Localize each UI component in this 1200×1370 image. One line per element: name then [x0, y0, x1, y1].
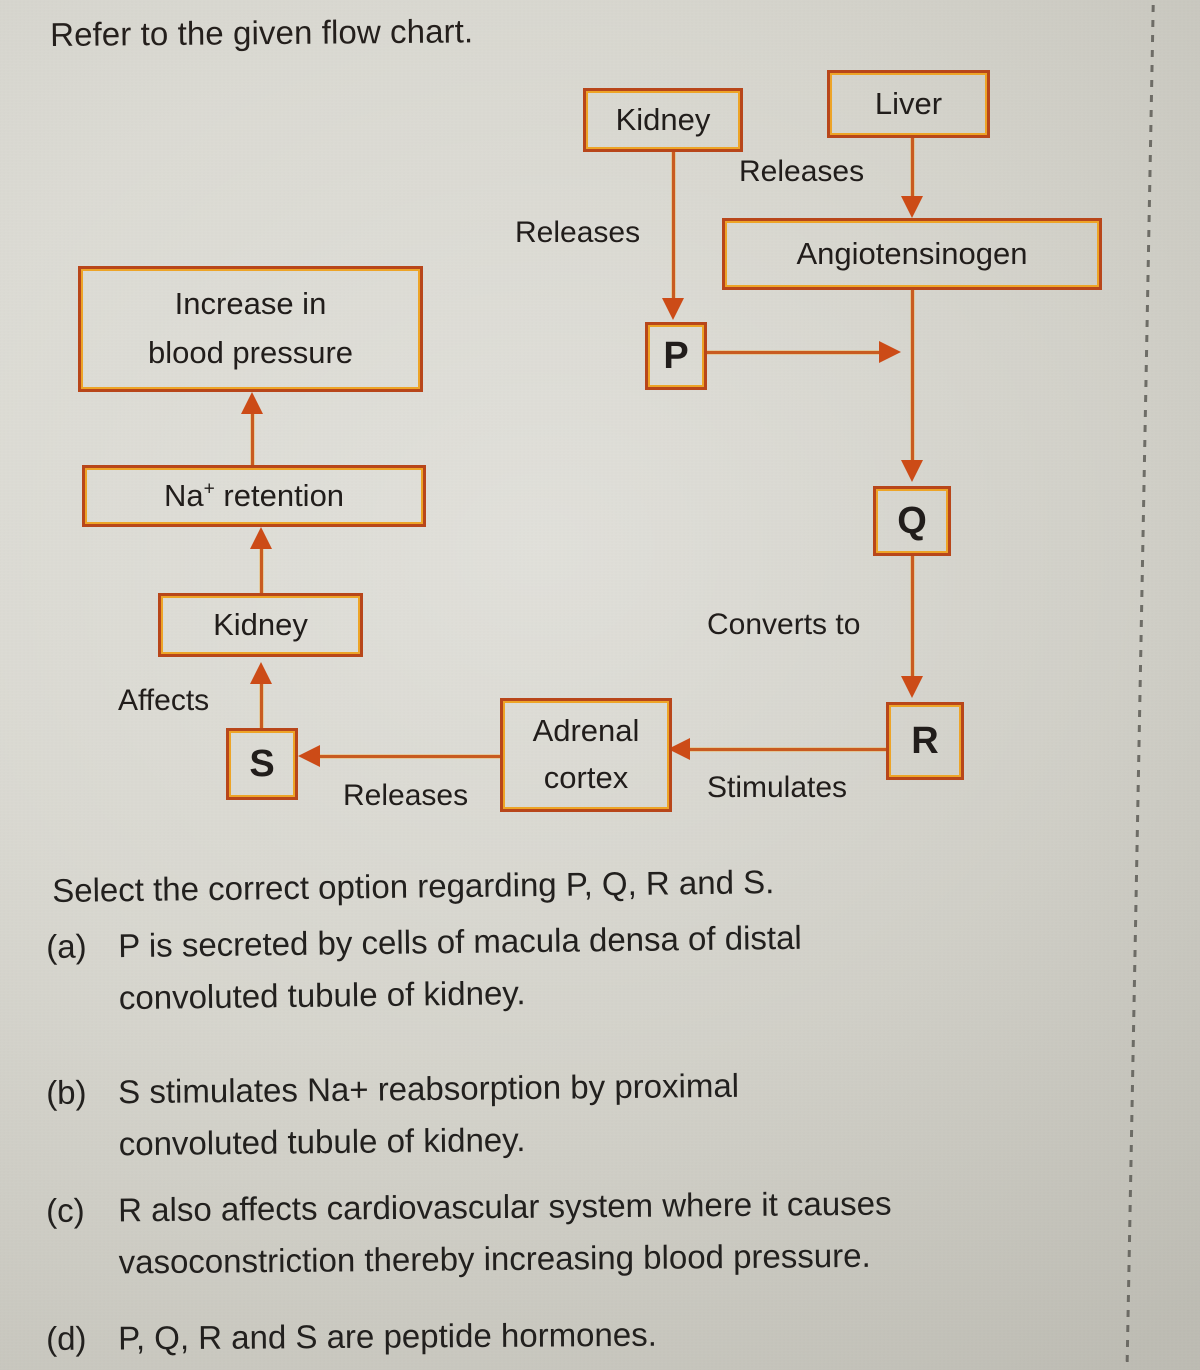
node-increase-blood-pressure: Increase in blood pressure: [78, 266, 423, 392]
option-b-body: S stimulates Na+ reabsorption by proxima…: [118, 1067, 740, 1163]
connector-angiotensinogen-to-q: [911, 290, 914, 462]
node-adrenal-cortex-line2: cortex: [543, 760, 629, 795]
option-c-line-2: vasoconstriction thereby increasing bloo…: [118, 1236, 871, 1281]
arrowhead-q-to-r: [901, 676, 923, 698]
node-q-label: Q: [897, 499, 927, 542]
retention-word: retention: [214, 477, 345, 513]
node-liver-label: Liver: [874, 85, 943, 121]
connector-q-to-r: [911, 556, 914, 680]
node-kidney-top-label: Kidney: [615, 101, 711, 137]
option-d-marker: (d): [46, 1319, 87, 1357]
option-a-marker: (a): [46, 927, 87, 965]
page-title: Refer to the given flow chart.: [50, 12, 474, 53]
edge-label-r-stimulates: Stimulates: [707, 771, 848, 804]
edge-label-kidney-releases: Releases: [515, 216, 641, 249]
arrowhead-kidney-bottom-to-na-retention: [250, 527, 272, 549]
option-b-line-1: S stimulates Na+ reabsorption by proxima…: [117, 1066, 740, 1111]
node-na-retention-label: Na+ retention: [164, 478, 344, 515]
option-a-line-2: convoluted tubule of kidney.: [118, 974, 526, 1017]
na-symbol: Na: [163, 477, 204, 513]
option-b[interactable]: (b) S stimulates Na+ reabsorption by pro…: [46, 1067, 740, 1164]
node-kidney-top: Kidney: [583, 88, 743, 152]
node-kidney-bottom: Kidney: [158, 593, 363, 657]
connector-p-to-angiotensinogen-stream: [707, 351, 885, 354]
option-c-body: R also affects cardiovascular system whe…: [118, 1185, 892, 1282]
option-d-body: P, Q, R and S are peptide hormones.: [118, 1316, 657, 1358]
arrowhead-angiotensinogen-to-q: [901, 460, 923, 482]
node-p-label: P: [663, 334, 689, 377]
connector-liver-to-angiotensinogen: [911, 138, 914, 200]
connector-kidney-to-p: [672, 152, 675, 300]
connector-adrenal-cortex-to-s: [320, 755, 502, 758]
node-liver: Liver: [827, 70, 990, 138]
worksheet-page: Refer to the given flow chart. Kidney Li…: [0, 0, 1200, 1370]
option-d[interactable]: (d) P, Q, R and S are peptide hormones.: [46, 1316, 657, 1358]
arrowhead-liver-to-angiotensinogen: [901, 196, 923, 218]
arrowhead-p-to-angiotensinogen-stream: [879, 341, 901, 363]
option-c-line-1: R also affects cardiovascular system whe…: [117, 1184, 892, 1229]
arrowhead-adrenal-cortex-to-s: [298, 745, 320, 767]
edge-label-adrenal-releases: Releases: [343, 779, 469, 812]
node-increase-bp-line1: Increase in: [174, 286, 327, 322]
option-a[interactable]: (a) P is secreted by cells of macula den…: [46, 919, 803, 1018]
node-s: S: [226, 728, 298, 800]
edge-label-q-converts-to: Converts to: [707, 608, 861, 641]
edge-label-liver-releases: Releases: [739, 155, 865, 188]
connector-s-to-kidney-bottom: [260, 682, 263, 730]
node-adrenal-cortex: Adrenal cortex: [500, 698, 672, 812]
arrowhead-s-to-kidney-bottom: [250, 662, 272, 684]
option-c[interactable]: (c) R also affects cardiovascular system…: [46, 1185, 892, 1282]
node-kidney-bottom-label: Kidney: [213, 606, 308, 642]
node-angiotensinogen-label: Angiotensinogen: [796, 235, 1028, 271]
option-c-marker: (c): [46, 1191, 85, 1229]
arrowhead-na-retention-to-increase-bp: [241, 392, 263, 414]
connector-r-to-adrenal-cortex: [690, 748, 888, 751]
option-b-line-2: convoluted tubule of kidney.: [118, 1120, 526, 1163]
option-a-line-1: P is secreted by cells of macula densa o…: [117, 918, 802, 965]
connector-kidney-bottom-to-na-retention: [260, 548, 263, 595]
node-r: R: [886, 702, 964, 780]
option-b-marker: (b): [46, 1073, 87, 1111]
node-p: P: [645, 322, 707, 390]
page-edge-dashed-line: [1125, 0, 1155, 1370]
na-charge-superscript: +: [203, 478, 215, 500]
option-a-body: P is secreted by cells of macula densa o…: [118, 919, 803, 1017]
connector-na-retention-to-increase-bp: [251, 412, 254, 468]
node-s-label: S: [249, 742, 275, 785]
arrowhead-kidney-to-p: [662, 298, 684, 320]
node-adrenal-cortex-line1: Adrenal: [532, 713, 640, 749]
node-q: Q: [873, 486, 951, 556]
node-r-label: R: [911, 719, 939, 762]
node-angiotensinogen: Angiotensinogen: [722, 218, 1102, 290]
question-stem: Select the correct option regarding P, Q…: [52, 863, 775, 909]
edge-label-s-affects: Affects: [118, 684, 210, 717]
option-d-line-1: P, Q, R and S are peptide hormones.: [117, 1315, 657, 1357]
node-na-retention: Na+ retention: [82, 465, 426, 527]
node-increase-bp-line2: blood pressure: [147, 335, 354, 370]
